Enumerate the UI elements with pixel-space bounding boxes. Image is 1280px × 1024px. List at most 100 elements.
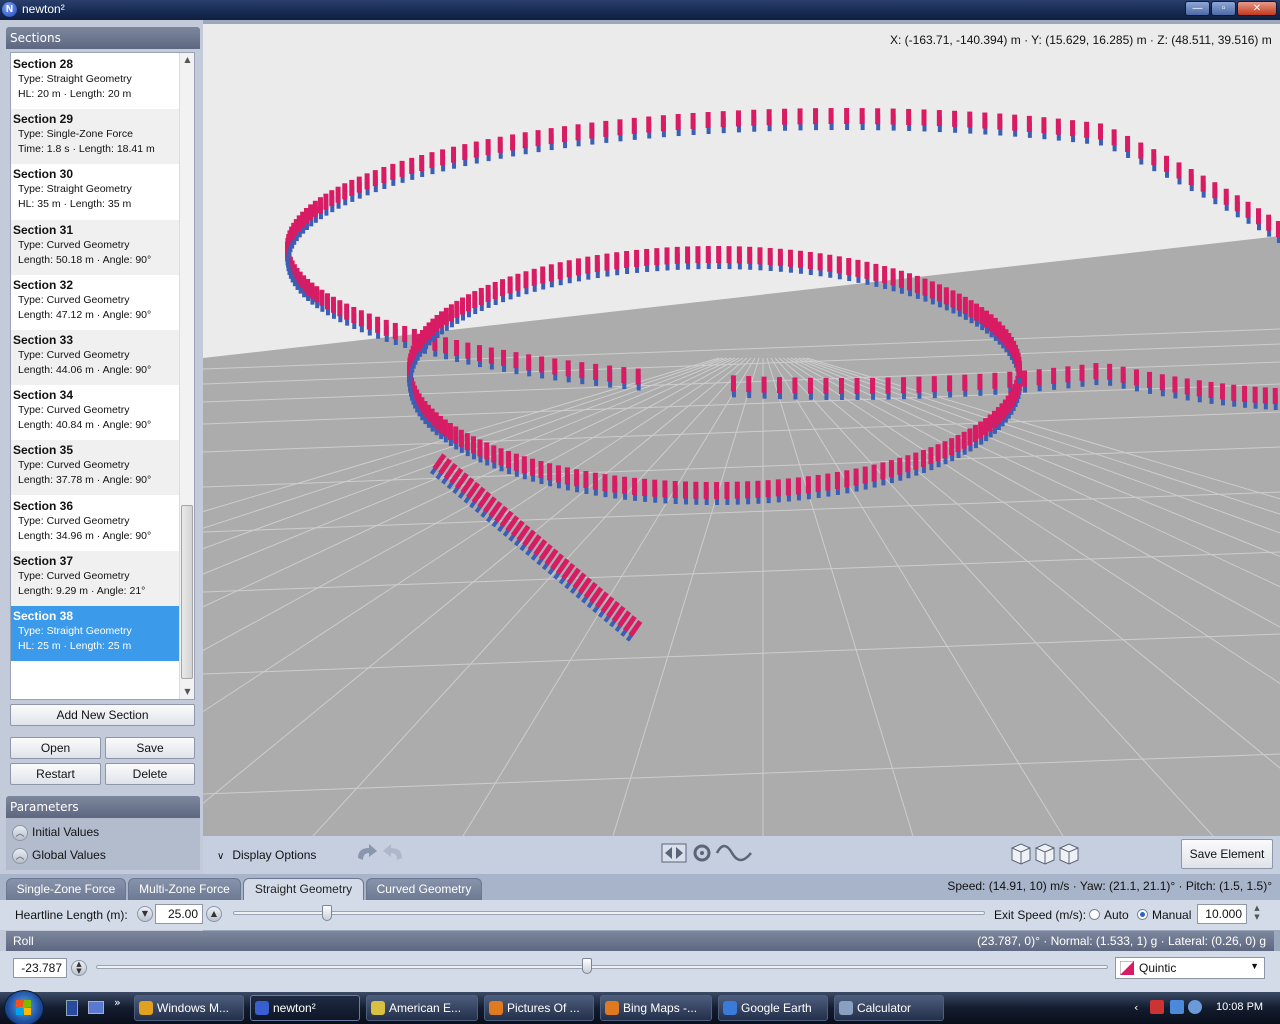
left-panel: Sections Section 28 Type: Straight Geomet… — [0, 20, 203, 992]
app-icon — [139, 1001, 153, 1015]
section-details: Length: 9.29 m · Angle: 21° — [18, 584, 146, 597]
app-icon — [723, 1001, 737, 1015]
section-list-item[interactable]: Section 30 Type: Straight Geometry HL: 35 … — [11, 164, 179, 220]
section-type: Type: Curved Geometry — [18, 404, 130, 417]
section-type: Type: Straight Geometry — [18, 183, 132, 196]
taskbar: » Windows M... newton² American E... Pictur… — [0, 990, 1280, 1024]
taskbar-item[interactable]: newton² — [250, 995, 360, 1021]
heartline-slider-thumb[interactable] — [322, 905, 332, 921]
taskbar-item-label: Pictures Of ... — [507, 1001, 580, 1015]
heartline-length-input[interactable]: 25.00 — [155, 904, 203, 924]
section-title: Section 28 — [13, 57, 74, 71]
section-type: Type: Curved Geometry — [18, 569, 130, 582]
section-type: Type: Curved Geometry — [18, 514, 130, 527]
tabs-row: Single-Zone Force Multi-Zone Force Strai… — [0, 874, 1280, 900]
section-type: Type: Curved Geometry — [18, 238, 130, 251]
section-list-item[interactable]: Section 32 Type: Curved Geometry Length: 4… — [11, 274, 179, 330]
taskbar-item[interactable]: Windows M... — [134, 995, 244, 1021]
global-values-expander[interactable]: ︿ Global Values — [12, 847, 106, 864]
interpolation-dropdown[interactable]: Quintic ▼ — [1115, 957, 1265, 979]
manual-radio[interactable] — [1137, 909, 1148, 920]
exit-speed-input[interactable]: 10.000 — [1197, 904, 1247, 924]
scroll-thumb[interactable] — [181, 505, 193, 679]
heartline-slider-track[interactable] — [233, 911, 985, 915]
sections-scrollbar[interactable]: ▲ ▼ — [179, 53, 194, 699]
tab-curved-geometry[interactable]: Curved Geometry — [366, 878, 482, 900]
taskbar-item[interactable]: Google Earth — [718, 995, 828, 1021]
section-type: Type: Curved Geometry — [18, 349, 130, 361]
section-title: Section 38 — [13, 609, 74, 623]
taskbar-item-label: Calculator — [857, 1001, 912, 1015]
add-new-section-button[interactable]: Add New Section — [10, 704, 195, 726]
section-list-item[interactable]: Section 28 Type: Straight Geometry HL: 20 … — [11, 54, 179, 109]
show-desktop-icon[interactable] — [88, 1001, 104, 1014]
save-button[interactable]: Save — [105, 737, 195, 759]
clock[interactable]: 10:08 PM — [1216, 1001, 1263, 1013]
scroll-down-icon[interactable]: ▼ — [180, 685, 194, 699]
sections-list[interactable]: Section 28 Type: Straight Geometry HL: 20 … — [10, 52, 195, 700]
section-title: Section 30 — [13, 167, 74, 182]
decrement-icon[interactable]: ▼ — [137, 906, 153, 922]
section-title: Section 34 — [13, 388, 74, 403]
tray-expand-icon[interactable]: ‹ — [1134, 1001, 1138, 1014]
roll-slider-track[interactable] — [96, 965, 1108, 969]
section-type: Type: Curved Geometry — [18, 459, 130, 472]
maximize-button[interactable]: ▫ — [1211, 1, 1236, 16]
quicklaunch-icon[interactable] — [66, 1000, 78, 1016]
section-details: Length: 47.12 m · Angle: 90° — [18, 308, 152, 321]
auto-radio[interactable] — [1089, 909, 1100, 920]
sections-header: Sections — [6, 27, 200, 49]
increment-icon[interactable]: ▲ — [206, 906, 222, 922]
camera-view-icons[interactable] — [1009, 840, 1081, 868]
initial-values-label: Initial Values — [32, 825, 100, 839]
section-list-item[interactable]: Section 33 Type: Curved Geometry Length: 4… — [11, 330, 179, 385]
roll-stats: (23.787, 0)° · Normal: (1.533, 1) g · La… — [977, 934, 1266, 948]
section-list-item[interactable]: Section 38 Type: Straight Geometry HL: 25 … — [11, 606, 179, 661]
taskbar-item[interactable]: Pictures Of ... — [484, 995, 594, 1021]
quicklaunch-more-icon[interactable]: » — [114, 996, 121, 1009]
section-list-item[interactable]: Section 37 Type: Curved Geometry Length: 9… — [11, 550, 179, 606]
display-options-toggle[interactable]: ∨ Display Options — [217, 848, 316, 862]
chevron-up-icon: ︿ — [12, 824, 28, 841]
geometry-parameters-row: Heartline Length (m): ▼ 25.00 ▲ Exit Spe… — [0, 900, 1280, 930]
taskbar-item[interactable]: Bing Maps -... — [600, 995, 712, 1021]
app-icon: N — [2, 2, 17, 17]
section-list-item[interactable]: Section 31 Type: Curved Geometry Length: 5… — [11, 219, 179, 275]
restart-button[interactable]: Restart — [10, 763, 101, 785]
tray-volume-icon[interactable] — [1188, 1000, 1202, 1014]
scroll-up-icon[interactable]: ▲ — [180, 53, 194, 67]
title-bar: N newton² — ▫ ✕ — [0, 0, 1280, 20]
roll-slider-thumb[interactable] — [581, 958, 592, 974]
tray-network-icon[interactable] — [1170, 1000, 1184, 1014]
3d-viewport[interactable] — [203, 24, 1280, 836]
section-list-item[interactable]: Section 29 Type: Single-Zone Force Time: 1… — [11, 109, 179, 165]
dropdown-arrow-icon: ▼ — [1250, 961, 1259, 971]
coordinates-readout: X: (-163.71, -140.394) m · Y: (15.629, 1… — [890, 33, 1272, 47]
start-button[interactable] — [4, 990, 44, 1024]
undo-redo-icons[interactable] — [353, 842, 407, 866]
tab-straight-geometry[interactable]: Straight Geometry — [243, 878, 364, 900]
tab-single-zone-force[interactable]: Single-Zone Force — [6, 878, 126, 900]
save-element-button[interactable]: Save Element — [1181, 839, 1273, 869]
section-type: Type: Single-Zone Force — [18, 128, 133, 141]
taskbar-item[interactable]: Calculator — [834, 995, 944, 1021]
section-list-item[interactable]: Section 35 Type: Curved Geometry Length: 3… — [11, 440, 179, 496]
taskbar-item[interactable]: American E... — [366, 995, 478, 1021]
exit-speed-spinner[interactable]: ▲ ▼ — [1250, 904, 1264, 924]
roll-value-input[interactable]: -23.787 — [13, 958, 67, 978]
initial-values-expander[interactable]: ︿ Initial Values — [12, 824, 99, 841]
tab-multi-zone-force[interactable]: Multi-Zone Force — [128, 878, 241, 900]
roll-spinner-icon[interactable]: ▲ ▼ — [71, 960, 87, 976]
section-list-item[interactable]: Section 36 Type: Curved Geometry Length: 3… — [11, 495, 179, 551]
tray-alert-icon[interactable] — [1150, 1000, 1164, 1014]
view-tools-icons[interactable] — [661, 841, 755, 867]
open-button[interactable]: Open — [10, 737, 101, 759]
delete-button[interactable]: Delete — [105, 763, 195, 785]
section-title: Section 32 — [13, 277, 74, 292]
parameters-body: ︿ Initial Values ︿ Global Values — [6, 818, 200, 870]
minimize-button[interactable]: — — [1185, 1, 1210, 16]
close-button[interactable]: ✕ — [1237, 1, 1277, 16]
section-list-item[interactable]: Section 34 Type: Curved Geometry Length: 4… — [11, 385, 179, 441]
section-details: Length: 37.78 m · Angle: 90° — [18, 474, 152, 487]
section-details: Length: 34.96 m · Angle: 90° — [18, 529, 152, 542]
